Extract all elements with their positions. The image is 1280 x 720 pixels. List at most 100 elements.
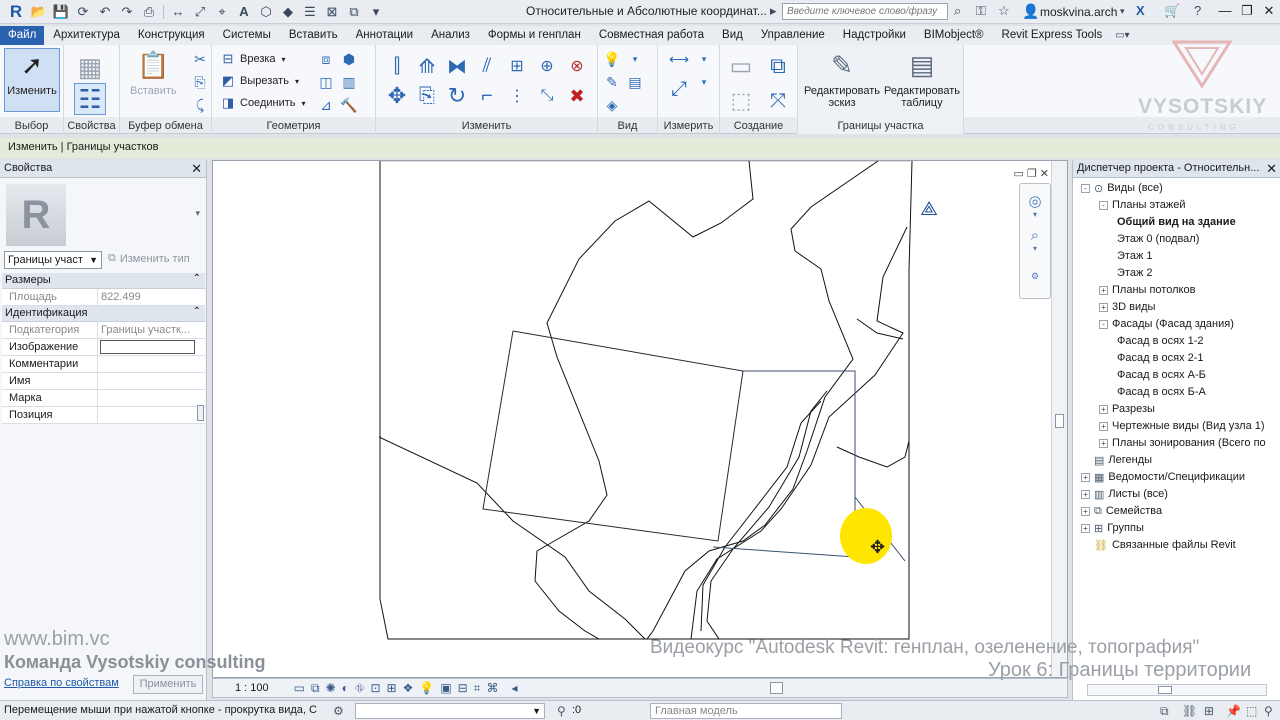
- apply-button[interactable]: Применить: [133, 675, 203, 694]
- dimension-icon[interactable]: ⤢: [191, 3, 209, 21]
- sync-icon[interactable]: ⟳: [74, 3, 92, 21]
- group-dimensions[interactable]: Размеры ⌃: [2, 273, 205, 289]
- binoculars-icon[interactable]: ⌕: [954, 3, 961, 19]
- render-icon[interactable]: ⛗: [355, 681, 365, 696]
- section-icon[interactable]: ◆: [279, 3, 297, 21]
- steering-wheel-icon[interactable]: ◎: [1020, 192, 1050, 210]
- drawing-area[interactable]: ▭ ❐ ✕ ⟁ ◎ ▾ ⌕ ▾ ⚙ ✥: [212, 160, 1068, 678]
- browser-item[interactable]: - Планы этажей: [1099, 197, 1186, 213]
- array-icon[interactable]: ⋮: [502, 81, 532, 111]
- cut-icon[interactable]: ✂: [190, 49, 210, 69]
- mirror-axis-icon[interactable]: ⧓: [442, 51, 472, 81]
- create-similar-icon[interactable]: ⤧: [761, 86, 795, 116]
- rotate-icon[interactable]: ↻: [442, 81, 472, 111]
- browser-item[interactable]: + Разрезы: [1099, 401, 1155, 417]
- copy-icon[interactable]: ⎘: [190, 72, 210, 92]
- tab-structure[interactable]: Конструкция: [129, 26, 214, 45]
- demolish-icon[interactable]: ▥: [339, 72, 359, 92]
- tab-revit-express-tools[interactable]: Revit Express Tools: [993, 26, 1112, 45]
- type-properties-button[interactable]: ▦: [74, 51, 106, 87]
- delete-element-icon[interactable]: ✖: [562, 81, 592, 111]
- tab-manage[interactable]: Управление: [752, 26, 834, 45]
- chevron-down-icon[interactable]: ▾: [625, 49, 645, 69]
- tab-bimobject[interactable]: BIMobject®: [915, 26, 993, 45]
- close-icon[interactable]: ✕: [191, 161, 202, 177]
- chevron-down-icon[interactable]: ▾: [1020, 244, 1050, 253]
- browser-horizontal-scrollbar[interactable]: [1087, 684, 1267, 696]
- viewcube-icon[interactable]: ⟁: [916, 198, 942, 224]
- close-icon[interactable]: ✕: [1264, 161, 1277, 177]
- close-hidden-icon[interactable]: ⊠: [323, 3, 341, 21]
- join-button[interactable]: ◨ Соединить ▾: [220, 93, 306, 113]
- cut-geometry-button[interactable]: ◩ Вырезать ▾: [220, 71, 299, 91]
- chevron-down-icon[interactable]: ▾: [195, 208, 200, 219]
- properties-help-link[interactable]: Справка по свойствам: [4, 677, 119, 689]
- redo-icon[interactable]: ↷: [118, 3, 136, 21]
- scroll-thumb[interactable]: [1055, 414, 1064, 428]
- design-option-selector[interactable]: Главная модель: [650, 703, 842, 719]
- browser-item[interactable]: +3D виды: [1099, 299, 1155, 315]
- text-icon[interactable]: A: [235, 3, 253, 21]
- tab-annotate[interactable]: Аннотации: [347, 26, 422, 45]
- browser-item[interactable]: - ⊙ Виды (все): [1081, 180, 1163, 196]
- expand-icon[interactable]: +: [1081, 472, 1090, 482]
- shadows-icon[interactable]: ◐: [342, 681, 349, 695]
- browser-item[interactable]: Фасад в осях А-Б: [1117, 367, 1206, 383]
- type-selector[interactable]: Границы участ ▼: [4, 251, 102, 269]
- browser-item[interactable]: + ⧉ Семейства: [1081, 503, 1162, 519]
- properties-button[interactable]: ☷: [74, 83, 106, 119]
- scale-icon[interactable]: ⤡: [532, 81, 562, 111]
- tab-analyze[interactable]: Анализ: [422, 26, 479, 45]
- nav-bar-options-icon[interactable]: ⚙: [1020, 271, 1050, 282]
- visual-style-icon[interactable]: ⧉: [311, 681, 320, 696]
- split-icon[interactable]: ⊞: [502, 51, 532, 81]
- filter-icon[interactable]: ⚲: [557, 704, 566, 718]
- scroll-thumb[interactable]: [1158, 686, 1172, 694]
- align-icon[interactable]: ⫿: [382, 51, 412, 81]
- expand-icon[interactable]: +: [1099, 421, 1108, 431]
- delete-icon[interactable]: ⊗: [562, 51, 592, 81]
- temporary-view-icon[interactable]: ▣: [440, 681, 451, 695]
- cart-icon[interactable]: 🛒: [1164, 3, 1180, 19]
- zoom-icon[interactable]: ⌕: [1020, 227, 1050, 244]
- reveal-hidden-icon[interactable]: 💡: [419, 681, 434, 695]
- hammer-icon[interactable]: 🔨: [339, 95, 359, 115]
- star-icon[interactable]: ☆: [998, 3, 1010, 19]
- restore-view-icon[interactable]: ❐: [1027, 167, 1037, 180]
- expand-icon[interactable]: +: [1099, 404, 1108, 414]
- tab-file[interactable]: Файл: [0, 26, 45, 45]
- undo-icon[interactable]: ↶: [96, 3, 114, 21]
- copy-element-icon[interactable]: ⎘: [412, 81, 442, 111]
- chevron-right-icon[interactable]: ▸: [770, 3, 777, 19]
- subscription-icon[interactable]: ⚿: [976, 3, 986, 19]
- property-value-input[interactable]: [98, 390, 205, 406]
- create-parts-icon[interactable]: ▭: [724, 49, 758, 83]
- tab-addins[interactable]: Надстройки: [834, 26, 915, 45]
- expand-icon[interactable]: +: [1081, 489, 1090, 499]
- temporary-hide-icon[interactable]: ❖: [403, 681, 414, 695]
- editable-only-icon[interactable]: ⧉: [1160, 704, 1169, 719]
- expand-icon[interactable]: +: [1099, 302, 1108, 312]
- modify-button[interactable]: ➚ Изменить: [4, 48, 60, 112]
- property-value-input[interactable]: [98, 356, 205, 372]
- cope-button[interactable]: ⊟ Врезка ▾: [220, 49, 286, 69]
- close-window-button[interactable]: ✕: [1258, 3, 1280, 21]
- property-value-input[interactable]: [98, 373, 205, 389]
- measure-icon[interactable]: ↔: [169, 3, 187, 21]
- browser-item[interactable]: Фасад в осях 1-2: [1117, 333, 1204, 349]
- browser-item[interactable]: Общий вид на здание: [1117, 214, 1236, 230]
- aligned-dimension-icon[interactable]: ⤢: [664, 72, 694, 106]
- browser-item[interactable]: Этаж 2: [1117, 265, 1152, 281]
- sun-path-icon[interactable]: ✺: [326, 681, 336, 695]
- browser-item[interactable]: + ⊞ Группы: [1081, 520, 1144, 536]
- property-value-input[interactable]: [98, 407, 205, 423]
- wall-joins-icon[interactable]: ⧈: [316, 49, 336, 69]
- browser-item[interactable]: Фасад в осях 2-1: [1117, 350, 1204, 366]
- browser-item[interactable]: + Планы зонирования (Всего по: [1099, 435, 1266, 451]
- user-name[interactable]: moskvina.arch: [1040, 5, 1117, 19]
- chevron-down-icon[interactable]: ▾: [697, 49, 711, 69]
- crop-region-icon[interactable]: ⊞: [387, 681, 397, 695]
- help-icon[interactable]: ?: [1194, 3, 1201, 18]
- chevron-left-icon[interactable]: ◂: [512, 681, 518, 695]
- chevron-down-icon[interactable]: ▾: [1120, 6, 1125, 17]
